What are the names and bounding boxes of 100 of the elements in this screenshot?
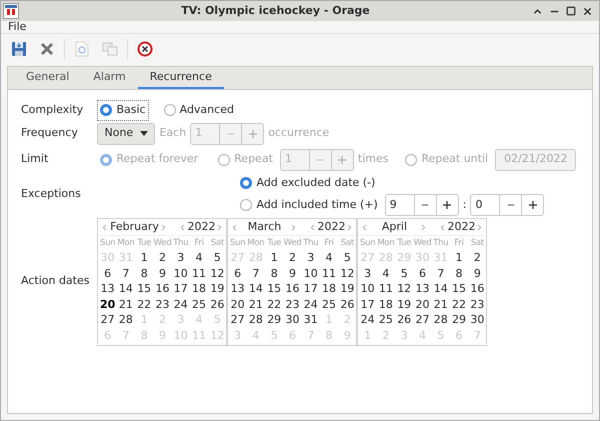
- calendar-day[interactable]: 6: [228, 266, 247, 281]
- calendar-day[interactable]: 1: [265, 250, 284, 266]
- calendar-day[interactable]: 27: [228, 312, 247, 328]
- calendar-day[interactable]: 30: [283, 312, 302, 328]
- calendar-day[interactable]: 21: [246, 296, 266, 312]
- calendar-day[interactable]: 4: [376, 266, 396, 281]
- calendar-day[interactable]: 9: [283, 266, 302, 281]
- calendar-day[interactable]: 22: [265, 296, 284, 312]
- maximize-icon[interactable]: [566, 6, 576, 16]
- calendar-day[interactable]: 19: [395, 296, 414, 312]
- calendar-day[interactable]: 13: [98, 281, 117, 296]
- calendar-day[interactable]: 18: [376, 296, 396, 312]
- calendar-day[interactable]: 21: [432, 296, 450, 312]
- calendar-day[interactable]: 3: [172, 250, 190, 266]
- calendar-day[interactable]: 17: [302, 281, 320, 296]
- radio-button[interactable]: [240, 176, 252, 189]
- calendar-day[interactable]: 11: [320, 266, 338, 281]
- calendar-day[interactable]: 15: [450, 281, 468, 296]
- calendar-day[interactable]: 21: [116, 296, 136, 312]
- calendar-day[interactable]: 30: [468, 312, 486, 328]
- calendar-day[interactable]: 16: [283, 281, 302, 296]
- calendar-day[interactable]: 15: [135, 281, 154, 296]
- calendar-day[interactable]: 15: [265, 281, 284, 296]
- calendar-day[interactable]: 7: [432, 266, 450, 281]
- calendar-day[interactable]: 4: [190, 250, 208, 266]
- tab[interactable]: General: [14, 67, 82, 89]
- calendar-day[interactable]: 2: [153, 250, 172, 266]
- calendar-day[interactable]: 27: [98, 312, 117, 328]
- calendar-day[interactable]: 18: [320, 281, 338, 296]
- spin-field[interactable]: 9: [384, 194, 459, 216]
- radio-button[interactable]: [240, 199, 252, 211]
- menu-item[interactable]: File: [8, 18, 26, 36]
- calendar-day[interactable]: 10: [302, 266, 320, 281]
- calendar-day[interactable]: 24: [172, 296, 190, 312]
- calendar-day[interactable]: 9: [153, 266, 172, 281]
- close-icon[interactable]: [582, 6, 593, 16]
- calendar-day[interactable]: 3: [358, 266, 377, 281]
- calendar-day[interactable]: 11: [190, 266, 208, 281]
- tab[interactable]: Recurrence: [138, 67, 224, 89]
- calendar-day[interactable]: 13: [413, 281, 432, 296]
- radio-button[interactable]: [100, 104, 112, 116]
- calendar-day[interactable]: 25: [190, 296, 208, 312]
- calendar-day[interactable]: 20: [98, 296, 117, 312]
- calendar-day[interactable]: 17: [358, 296, 377, 312]
- calendar-day[interactable]: 6: [98, 266, 117, 281]
- calendar-day[interactable]: 14: [432, 281, 450, 296]
- calendar-day[interactable]: 18: [190, 281, 208, 296]
- calendar-day[interactable]: 1: [450, 250, 468, 266]
- radio-option[interactable]: Basic: [97, 100, 149, 120]
- calendar-day[interactable]: 2: [468, 250, 486, 266]
- calendar-day[interactable]: 24: [302, 296, 320, 312]
- calendar-day[interactable]: 2: [283, 250, 302, 266]
- calendar-day[interactable]: 14: [246, 281, 266, 296]
- radio-option[interactable]: Add excluded date (-): [237, 172, 592, 193]
- calendar-day[interactable]: 5: [395, 266, 414, 281]
- calendar-day[interactable]: 6: [413, 266, 432, 281]
- calendar-day[interactable]: 26: [338, 296, 356, 312]
- calendar-day[interactable]: 26: [395, 312, 414, 328]
- calendar-day[interactable]: 7: [116, 266, 136, 281]
- calendar-day[interactable]: 20: [413, 296, 432, 312]
- calendar-day[interactable]: 25: [320, 296, 338, 312]
- calendar-day[interactable]: 5: [338, 250, 356, 266]
- calendar-day[interactable]: 12: [208, 266, 226, 281]
- calendar-day[interactable]: 12: [395, 281, 414, 296]
- calendar-day[interactable]: 10: [358, 281, 377, 296]
- calendar-day[interactable]: 9: [468, 266, 486, 281]
- calendar-day[interactable]: 11: [376, 281, 396, 296]
- calendar-day[interactable]: 17: [172, 281, 190, 296]
- calendar-day[interactable]: 26: [208, 296, 226, 312]
- calendar-day[interactable]: 19: [338, 281, 356, 296]
- radio-option[interactable]: Advanced: [160, 100, 237, 120]
- tab[interactable]: Alarm: [81, 67, 138, 89]
- calendar-day[interactable]: 16: [468, 281, 486, 296]
- calendar-day[interactable]: 27: [413, 312, 432, 328]
- calendar-day[interactable]: 28: [116, 312, 136, 328]
- radio-option[interactable]: Add included time (+): [237, 194, 381, 216]
- calendar-day[interactable]: 3: [302, 250, 320, 266]
- calendar-day[interactable]: 8: [135, 266, 154, 281]
- calendar-day[interactable]: 24: [358, 312, 377, 328]
- calendar-day[interactable]: 28: [246, 312, 266, 328]
- calendar-day[interactable]: 29: [450, 312, 468, 328]
- calendar-day[interactable]: 19: [208, 281, 226, 296]
- calendar-day[interactable]: 14: [116, 281, 136, 296]
- calendar-day[interactable]: 25: [376, 312, 396, 328]
- spin-field[interactable]: 0: [470, 194, 544, 216]
- calendar-day[interactable]: 8: [265, 266, 284, 281]
- calendar-day[interactable]: 23: [153, 296, 172, 312]
- calendar-day[interactable]: 23: [283, 296, 302, 312]
- calendar-day[interactable]: 10: [172, 266, 190, 281]
- calendar-day[interactable]: 13: [228, 281, 247, 296]
- calendar-day[interactable]: 4: [320, 250, 338, 266]
- calendar-day[interactable]: 28: [432, 312, 450, 328]
- radio-button[interactable]: [164, 104, 176, 116]
- calendar-day[interactable]: 7: [246, 266, 266, 281]
- calendar-day[interactable]: 20: [228, 296, 247, 312]
- calendar-day[interactable]: 12: [338, 266, 356, 281]
- calendar-day[interactable]: 22: [450, 296, 468, 312]
- calendar-day[interactable]: 31: [302, 312, 320, 328]
- calendar-day[interactable]: 16: [153, 281, 172, 296]
- calendar-day[interactable]: 23: [468, 296, 486, 312]
